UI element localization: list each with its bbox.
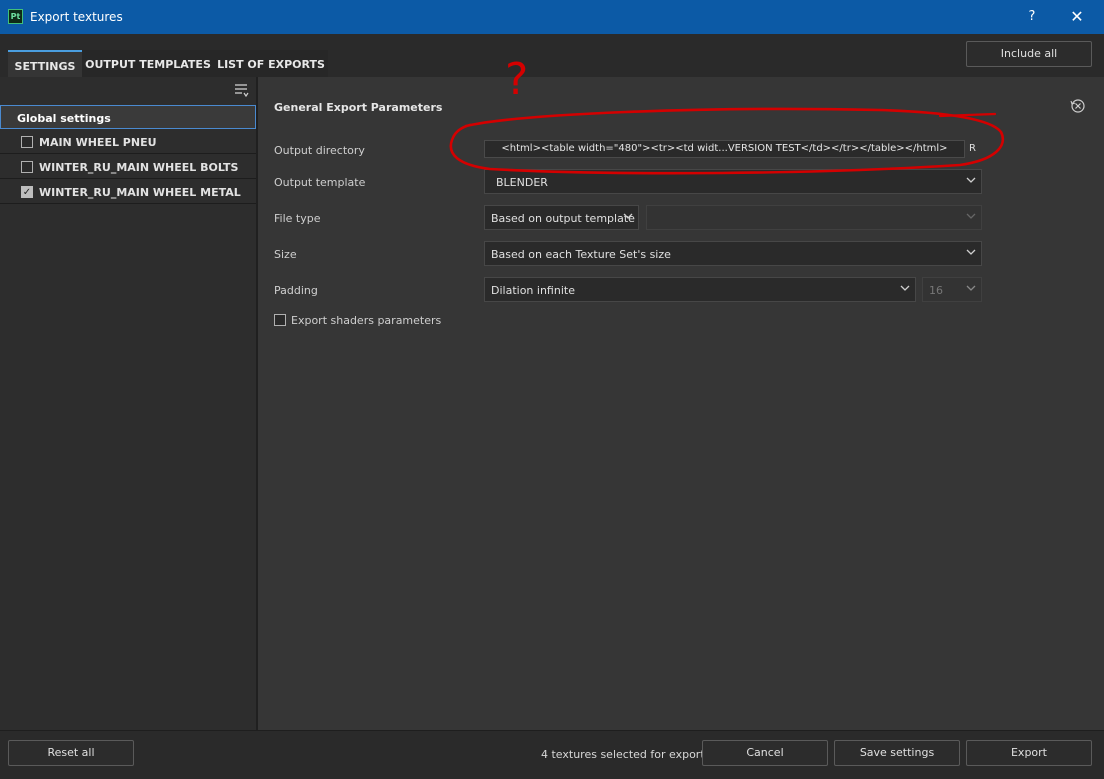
padding-label: Padding [274,284,318,297]
chevron-down-icon [966,177,976,183]
window-title: Export textures [30,10,123,24]
padding-value: Dilation infinite [491,284,575,297]
app-logo-icon: Pt [8,9,23,24]
output-directory-label: Output directory [274,144,365,157]
reset-all-button[interactable]: Reset all [8,740,134,766]
cancel-button[interactable]: Cancel [702,740,828,766]
output-template-label: Output template [274,176,366,189]
reset-defaults-icon[interactable] [1070,98,1086,114]
output-template-select[interactable]: BLENDER [484,169,982,194]
export-shaders-checkbox[interactable] [274,314,286,326]
output-directory-trailing-text: R [969,143,976,154]
output-template-value: BLENDER [496,176,548,189]
chevron-down-icon [900,285,910,291]
size-value: Based on each Texture Set's size [491,248,671,261]
size-label: Size [274,248,297,261]
export-parameters-panel: General Export Parameters Output directo… [258,77,1104,730]
tab-list-of-exports[interactable]: LIST OF EXPORTS [214,50,328,77]
sidebar-item-label: Global settings [17,112,111,125]
output-directory-input[interactable]: <html><table width="480"><tr><td widt...… [484,140,965,158]
include-checkbox-checked[interactable]: ✓ [21,186,33,198]
texture-set-sidebar: Global settings MAIN WHEEL PNEU WINTER_R… [0,77,258,730]
dilation-distance-select: 16 [922,277,982,302]
file-format-select [646,205,982,230]
export-status-text: 4 textures selected for export [541,748,705,761]
chevron-down-icon [966,249,976,255]
padding-select[interactable]: Dilation infinite [484,277,916,302]
sidebar-item-main-wheel-metal[interactable]: ✓ WINTER_RU_MAIN WHEEL METAL [0,180,256,204]
close-button[interactable]: ✕ [1062,5,1092,29]
sidebar-item-label: WINTER_RU_MAIN WHEEL BOLTS [39,161,239,174]
sidebar-item-label: WINTER_RU_MAIN WHEEL METAL [39,186,241,199]
tab-output-templates[interactable]: OUTPUT TEMPLATES [82,50,214,77]
sidebar-item-main-wheel-bolts[interactable]: WINTER_RU_MAIN WHEEL BOLTS [0,155,256,179]
file-type-label: File type [274,212,321,225]
save-settings-button[interactable]: Save settings [834,740,960,766]
export-shaders-label: Export shaders parameters [291,314,442,327]
chevron-down-icon [966,285,976,291]
footer-bar: Reset all 4 textures selected for export… [0,730,1104,779]
dilation-distance-value: 16 [929,284,943,297]
include-checkbox[interactable] [21,136,33,148]
chevron-down-icon [623,213,633,219]
chevron-down-icon [966,213,976,219]
tab-settings[interactable]: SETTINGS [8,50,82,77]
file-type-value: Based on output template [491,212,635,225]
size-select[interactable]: Based on each Texture Set's size [484,241,982,266]
export-button[interactable]: Export [966,740,1092,766]
include-all-button[interactable]: Include all [966,41,1092,67]
section-title: General Export Parameters [274,101,443,114]
sidebar-item-global-settings[interactable]: Global settings [0,105,256,129]
filter-list-icon[interactable] [233,82,251,98]
help-button[interactable]: ? [1018,5,1046,29]
window-title-bar: Pt Export textures ? ✕ [0,0,1104,34]
sidebar-item-main-wheel-pneu[interactable]: MAIN WHEEL PNEU [0,130,256,154]
include-checkbox[interactable] [21,161,33,173]
sidebar-item-label: MAIN WHEEL PNEU [39,136,157,149]
file-type-select[interactable]: Based on output template [484,205,639,230]
